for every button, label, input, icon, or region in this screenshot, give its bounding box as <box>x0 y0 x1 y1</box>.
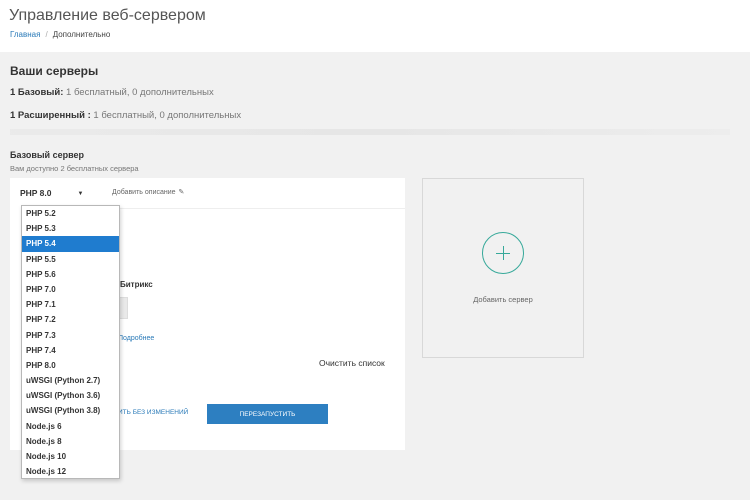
breadcrumb: Главная / Дополнительно <box>10 30 110 39</box>
page-title: Управление веб-сервером <box>9 7 206 24</box>
dropdown-option[interactable]: Node.js 10 <box>22 449 119 464</box>
card-divider <box>118 208 405 209</box>
breadcrumb-current: Дополнительно <box>52 30 111 39</box>
clear-list-button[interactable]: Очистить список <box>319 358 385 368</box>
caret-down-icon: ▼ <box>77 190 84 197</box>
faded-text-line <box>10 129 730 135</box>
base-server-subtitle: Вам доступно 2 бесплатных сервера <box>10 164 139 173</box>
dropdown-option[interactable]: PHP 5.4 <box>22 236 119 252</box>
dropdown-option[interactable]: uWSGI (Python 3.6) <box>22 388 119 403</box>
plan-basic-name: 1 Базовый: <box>10 87 64 98</box>
php-version-select[interactable]: PHP 8.0 ▼ <box>20 188 83 198</box>
breadcrumb-separator: / <box>45 30 48 39</box>
add-description-link[interactable]: Добавить описание ✎ <box>112 188 184 196</box>
dropdown-option[interactable]: PHP 5.3 <box>22 221 119 236</box>
plan-basic-detail: 1 бесплатный, 0 дополнительных <box>63 87 214 98</box>
base-server-title: Базовый сервер <box>10 150 85 160</box>
dropdown-option[interactable]: PHP 5.2 <box>22 206 119 221</box>
plus-circle-icon[interactable] <box>482 232 524 274</box>
php-version-dropdown[interactable]: PHP 5.2 PHP 5.3 PHP 5.4 PHP 5.5 PHP 5.6 PHP 7… <box>21 205 120 479</box>
servers-section-title: Ваши серверы <box>10 64 99 78</box>
dropdown-option[interactable]: PHP 7.2 <box>22 312 119 327</box>
dropdown-option[interactable]: Node.js 8 <box>22 434 119 449</box>
add-server-label: Добавить сервер <box>473 295 533 304</box>
add-description-label: Добавить описание <box>112 189 176 196</box>
plan-extended-name: 1 Расширенный : <box>10 110 91 121</box>
dropdown-option[interactable]: PHP 7.1 <box>22 297 119 312</box>
dropdown-option[interactable]: uWSGI (Python 2.7) <box>22 373 119 388</box>
bitrix-label: Битрикс <box>120 280 153 289</box>
plan-extended-line: 1 Расширенный : 1 бесплатный, 0 дополнит… <box>10 110 241 121</box>
dropdown-option[interactable]: PHP 5.6 <box>22 267 119 282</box>
restart-button[interactable]: Перезапустить <box>207 404 328 424</box>
dropdown-option[interactable]: Node.js 6 <box>22 419 119 434</box>
plan-extended-detail: 1 бесплатный, 0 дополнительных <box>90 110 242 121</box>
dropdown-option[interactable]: PHP 7.3 <box>22 328 119 343</box>
dropdown-option[interactable]: PHP 5.5 <box>22 252 119 267</box>
dropdown-option[interactable]: PHP 8.0 <box>22 358 119 373</box>
dropdown-option[interactable]: PHP 7.0 <box>22 282 119 297</box>
php-version-value: PHP 8.0 <box>20 188 52 198</box>
more-info-link[interactable]: Подробнее <box>118 335 154 342</box>
pencil-icon: ✎ <box>178 189 185 196</box>
breadcrumb-home-link[interactable]: Главная <box>10 30 40 39</box>
dropdown-option[interactable]: Node.js 12 <box>22 464 119 478</box>
dropdown-option[interactable]: PHP 7.4 <box>22 343 119 358</box>
plan-basic-line: 1 Базовый: 1 бесплатный, 0 дополнительны… <box>10 87 214 98</box>
top-header: Управление веб-сервером Главная / Дополнит… <box>0 0 750 52</box>
save-without-changes-link[interactable]: ить без изменений <box>118 409 188 416</box>
dropdown-option[interactable]: uWSGI (Python 3.8) <box>22 403 119 418</box>
